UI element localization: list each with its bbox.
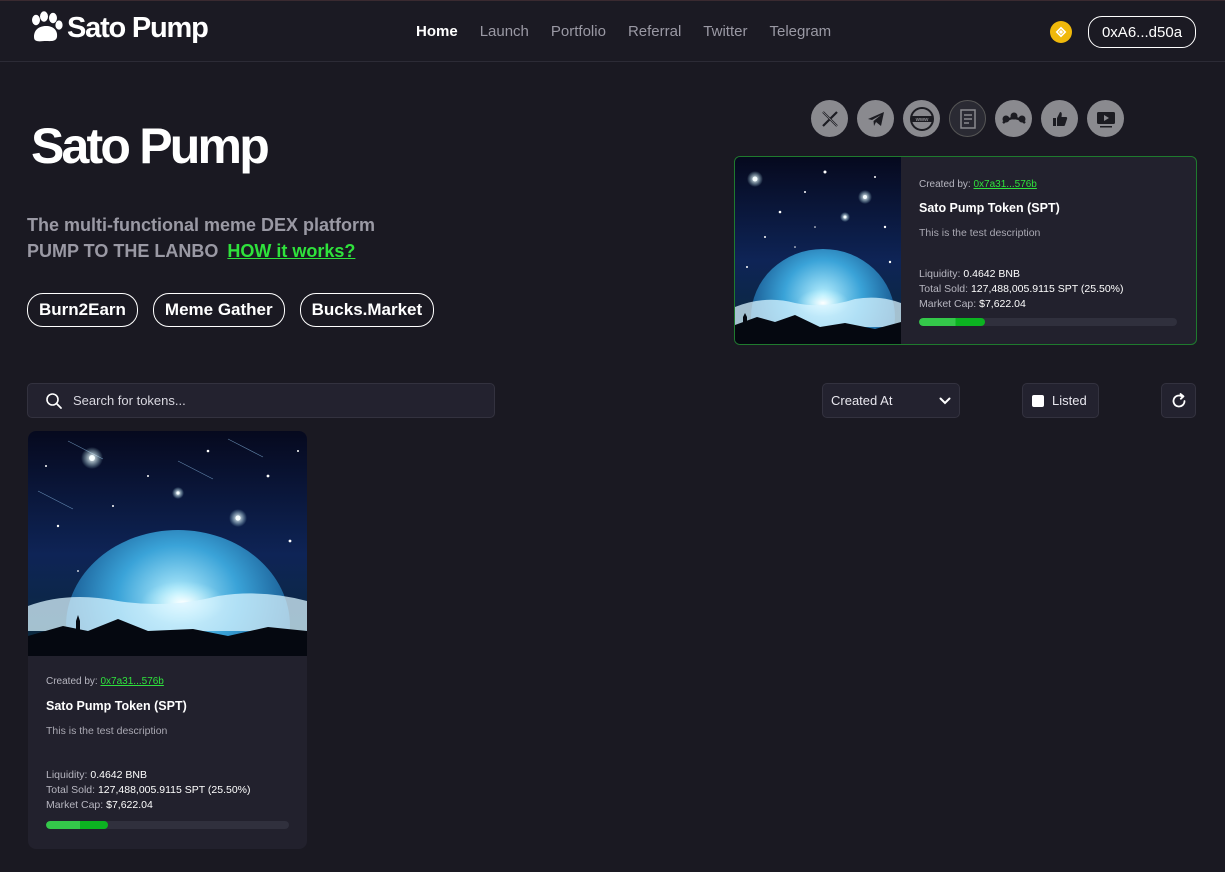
x-icon[interactable]: [811, 100, 848, 137]
featured-token-card[interactable]: Created by: 0x7a31...576b Sato Pump Toke…: [734, 156, 1197, 345]
creator-address-link[interactable]: 0x7a31...576b: [973, 179, 1036, 190]
bonding-progress-fill: [919, 318, 985, 326]
liquidity-label: Liquidity:: [919, 268, 961, 280]
bnb-icon[interactable]: [1050, 21, 1072, 43]
search-icon: [46, 392, 62, 409]
search-input[interactable]: [73, 393, 473, 408]
website-icon[interactable]: www: [903, 100, 940, 137]
total-sold-value: 127,488,005.9115 SPT (25.50%): [970, 283, 1124, 295]
total-sold-label: Total Sold:: [919, 283, 969, 295]
listed-checkbox[interactable]: [1032, 394, 1044, 407]
telegram-icon[interactable]: [857, 100, 894, 137]
burn2earn-button[interactable]: Burn2Earn: [27, 293, 138, 327]
sort-select[interactable]: Created At: [822, 383, 960, 418]
bonding-progress-bar: [919, 318, 1177, 326]
token-image: [28, 431, 307, 656]
paw-icon: [32, 11, 63, 42]
total-sold-row: Total Sold: 127,488,005.9115 SPT (25.50%…: [919, 282, 1181, 297]
meme-gather-button[interactable]: Meme Gather: [152, 293, 285, 327]
nav-portfolio[interactable]: Portfolio: [551, 23, 606, 40]
token-name: Sato Pump Token (SPT): [919, 201, 1060, 215]
nav-telegram[interactable]: Telegram: [769, 23, 831, 40]
market-cap-row: Market Cap: $7,622.04: [919, 297, 1181, 312]
chevron-down-icon: [939, 397, 951, 404]
market-cap-row: Market Cap: $7,622.04: [46, 798, 289, 813]
hero-buttons: Burn2Earn Meme Gather Bucks.Market: [27, 293, 435, 327]
listed-filter[interactable]: Listed: [1022, 383, 1099, 418]
created-by-label: Created by:: [46, 676, 98, 687]
wallet-button[interactable]: 0xA6...d50a: [1088, 16, 1196, 48]
sort-value: Created At: [831, 393, 893, 408]
how-it-works-link[interactable]: HOW it works?: [227, 241, 355, 261]
token-image: [735, 157, 901, 344]
liquidity-row: Liquidity: 0.4642 BNB: [919, 267, 1181, 282]
thumbs-up-icon[interactable]: [1041, 100, 1078, 137]
token-card[interactable]: Created by: 0x7a31...576b Sato Pump Toke…: [28, 431, 307, 849]
liquidity-value: 0.4642 BNB: [963, 268, 1020, 280]
svg-text:www: www: [914, 117, 929, 123]
search-box[interactable]: [27, 383, 495, 418]
brand-logo[interactable]: Sato Pump: [28, 11, 209, 45]
nav-launch[interactable]: Launch: [480, 23, 529, 40]
creator-address-link[interactable]: 0x7a31...576b: [100, 676, 163, 687]
refresh-icon: [1172, 392, 1185, 407]
total-sold-label: Total Sold:: [46, 784, 96, 796]
token-stats: Liquidity: 0.4642 BNB Total Sold: 127,48…: [46, 768, 289, 813]
token-description: This is the test description: [919, 227, 1041, 239]
market-cap-value: $7,622.04: [106, 799, 153, 811]
nav-home[interactable]: Home: [416, 23, 458, 40]
token-stats: Liquidity: 0.4642 BNB Total Sold: 127,48…: [919, 267, 1181, 312]
nav-twitter[interactable]: Twitter: [703, 23, 747, 40]
social-links: www: [811, 100, 1124, 137]
created-by: Created by: 0x7a31...576b: [919, 179, 1037, 190]
bonding-progress-fill: [46, 821, 108, 829]
brand-name: Sato Pump: [67, 11, 209, 44]
listed-label: Listed: [1052, 393, 1087, 408]
liquidity-label: Liquidity:: [46, 769, 88, 781]
market-cap-label: Market Cap:: [919, 298, 977, 310]
video-icon[interactable]: [1087, 100, 1124, 137]
created-by-label: Created by:: [919, 179, 971, 190]
total-sold-row: Total Sold: 127,488,005.9115 SPT (25.50%…: [46, 783, 289, 798]
total-sold-value: 127,488,005.9115 SPT (25.50%): [97, 784, 251, 796]
document-icon[interactable]: [949, 100, 986, 137]
top-navbar: Sato Pump Home Launch Portfolio Referral…: [0, 0, 1225, 62]
liquidity-value: 0.4642 BNB: [90, 769, 147, 781]
liquidity-row: Liquidity: 0.4642 BNB: [46, 768, 289, 783]
tagline-slogan: PUMP TO THE LANBO: [27, 241, 219, 261]
bonding-progress-bar: [46, 821, 289, 829]
nav-referral[interactable]: Referral: [628, 23, 681, 40]
market-cap-label: Market Cap:: [46, 799, 104, 811]
bucks-market-button[interactable]: Bucks.Market: [299, 293, 435, 327]
token-name: Sato Pump Token (SPT): [46, 699, 187, 713]
hero-title: Sato Pump: [31, 118, 270, 174]
tagline-line1: The multi-functional meme DEX platform: [27, 215, 376, 235]
coin-logo-icon[interactable]: [995, 100, 1032, 137]
main-menu: Home Launch Portfolio Referral Twitter T…: [416, 23, 853, 40]
refresh-button[interactable]: [1161, 383, 1196, 418]
hero-tagline: The multi-functional meme DEX platform P…: [27, 212, 375, 264]
market-cap-value: $7,622.04: [979, 298, 1026, 310]
created-by: Created by: 0x7a31...576b: [46, 676, 164, 687]
tagline-line2: PUMP TO THE LANBO HOW it works?: [27, 238, 375, 264]
token-description: This is the test description: [46, 725, 168, 737]
